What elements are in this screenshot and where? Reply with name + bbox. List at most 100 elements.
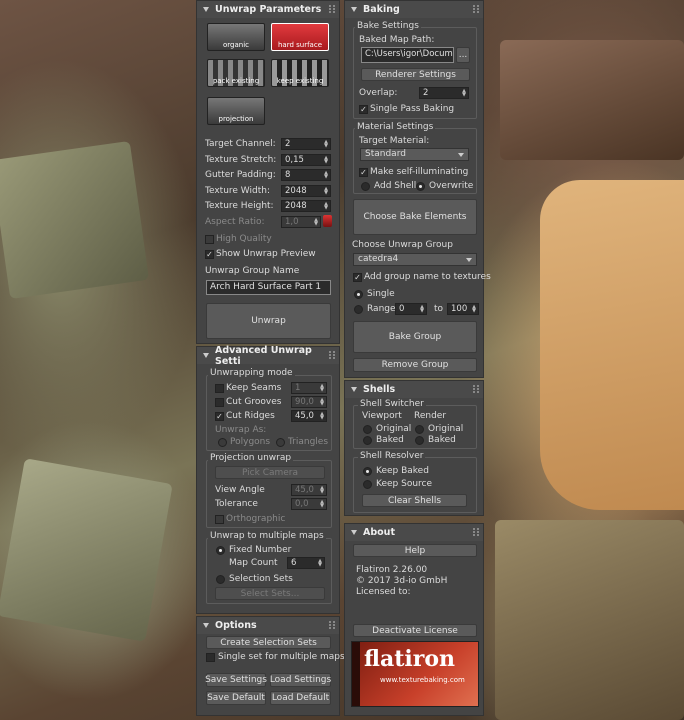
texture-width-spinner[interactable]: 2048 ▲ ▼	[281, 185, 331, 197]
keep-source-radio[interactable]	[363, 480, 372, 489]
target-material-dropdown[interactable]: Standard	[360, 148, 469, 161]
drag-grip-icon[interactable]	[329, 351, 335, 359]
self-illum-checkbox[interactable]: ✓	[359, 168, 368, 177]
selection-sets-radio[interactable]	[216, 575, 225, 584]
texture-height-label: Texture Height:	[205, 201, 274, 211]
viewport-baked-radio[interactable]	[363, 436, 372, 445]
keep-existing-button[interactable]: keep existing	[271, 59, 329, 87]
aspect-lock-icon[interactable]	[323, 215, 332, 227]
load-settings-button[interactable]: Load Settings	[270, 673, 331, 687]
spinner-arrows-icon[interactable]: ▲ ▼	[319, 486, 325, 495]
deactivate-license-button[interactable]: Deactivate License	[353, 624, 477, 637]
drag-grip-icon[interactable]	[473, 5, 479, 13]
texture-stretch-spinner[interactable]: 0,15 ▲ ▼	[281, 154, 331, 166]
render-original-radio[interactable]	[415, 425, 424, 434]
cut-ridges-spinner[interactable]: 45,0 ▲ ▼	[291, 410, 327, 422]
choose-bake-elements-button[interactable]: Choose Bake Elements	[353, 199, 477, 235]
cut-grooves-label: Cut Grooves	[226, 397, 282, 407]
spinner-arrows-icon[interactable]: ▲ ▼	[323, 202, 329, 211]
add-group-name-checkbox[interactable]: ✓	[353, 273, 362, 282]
cut-grooves-spinner[interactable]: 90,0 ▲ ▼	[291, 396, 327, 408]
spinner-arrows-icon[interactable]: ▲ ▼	[319, 398, 325, 407]
spinner-arrows-icon[interactable]: ▲ ▼	[323, 140, 329, 149]
pack-existing-button[interactable]: pack existing	[207, 59, 265, 87]
keep-seams-checkbox[interactable]	[215, 384, 224, 393]
select-sets-button[interactable]: Select Sets...	[215, 587, 325, 600]
keep-baked-radio[interactable]	[363, 467, 372, 476]
add-shell-radio[interactable]	[361, 182, 370, 191]
spinner-arrows-icon[interactable]: ▲ ▼	[317, 559, 323, 568]
spinner-arrows-icon[interactable]: ▲ ▼	[319, 412, 325, 421]
save-default-button[interactable]: Save Default	[206, 691, 266, 705]
target-channel-spinner[interactable]: 2 ▲ ▼	[281, 138, 331, 150]
unwrap-parameters-header[interactable]: Unwrap Parameters	[197, 1, 339, 18]
spinner-arrows-icon[interactable]: ▲ ▼	[313, 218, 319, 227]
unwrap-button[interactable]: Unwrap	[206, 303, 331, 339]
help-button[interactable]: Help	[353, 544, 477, 557]
spinner-arrows-icon[interactable]: ▲ ▼	[319, 500, 325, 509]
selection-sets-label: Selection Sets	[229, 574, 293, 584]
high-quality-checkbox[interactable]	[205, 235, 214, 244]
unwrap-group-dropdown[interactable]: catedra4	[353, 253, 477, 266]
single-pass-checkbox[interactable]: ✓	[359, 105, 368, 114]
aspect-ratio-label: Aspect Ratio:	[205, 217, 265, 227]
single-radio[interactable]	[354, 290, 363, 299]
renderer-settings-button[interactable]: Renderer Settings	[361, 68, 470, 81]
triangles-radio[interactable]	[276, 438, 285, 447]
spinner-arrows-icon[interactable]: ▲ ▼	[419, 305, 425, 314]
overwrite-radio[interactable]	[416, 182, 425, 191]
remove-group-button[interactable]: Remove Group	[353, 358, 477, 372]
cut-ridges-label: Cut Ridges	[226, 411, 275, 421]
range-to-spinner[interactable]: 100 ▲ ▼	[447, 303, 479, 315]
organic-preset-button[interactable]: organic	[207, 23, 265, 51]
drag-grip-icon[interactable]	[473, 528, 479, 536]
spinner-arrows-icon[interactable]: ▲ ▼	[461, 89, 467, 98]
view-angle-spinner[interactable]: 45,0 ▲ ▼	[291, 484, 327, 496]
aspect-ratio-spinner[interactable]: 1,0 ▲ ▼	[281, 216, 321, 228]
clear-shells-button[interactable]: Clear Shells	[362, 494, 467, 507]
bake-group-button[interactable]: Bake Group	[353, 321, 477, 353]
orthographic-checkbox[interactable]	[215, 515, 224, 524]
cut-grooves-checkbox[interactable]	[215, 398, 224, 407]
show-preview-label: Show Unwrap Preview	[216, 249, 316, 259]
overlap-spinner[interactable]: 2 ▲ ▼	[419, 87, 469, 99]
group-name-input[interactable]: Arch Hard Surface Part 1	[206, 280, 331, 295]
map-path-input[interactable]: C:\Users\igor\Documen	[361, 47, 454, 63]
single-set-checkbox[interactable]	[206, 653, 215, 662]
spinner-arrows-icon[interactable]: ▲ ▼	[319, 384, 325, 393]
show-preview-checkbox[interactable]: ✓	[205, 250, 214, 259]
spinner-arrows-icon[interactable]: ▲ ▼	[471, 305, 477, 314]
browse-path-button[interactable]: ...	[456, 47, 470, 63]
spinner-arrows-icon[interactable]: ▲ ▼	[323, 156, 329, 165]
options-header[interactable]: Options	[197, 617, 339, 634]
spinner-arrows-icon[interactable]: ▲ ▼	[323, 187, 329, 196]
save-settings-button[interactable]: Save Settings	[205, 673, 267, 687]
spinner-arrows-icon[interactable]: ▲ ▼	[323, 171, 329, 180]
viewport-original-radio[interactable]	[363, 425, 372, 434]
fixed-number-radio[interactable]	[216, 546, 225, 555]
shells-header[interactable]: Shells	[345, 381, 483, 398]
drag-grip-icon[interactable]	[329, 5, 335, 13]
advanced-unwrap-header[interactable]: Advanced Unwrap Setti	[197, 345, 339, 367]
load-default-button[interactable]: Load Default	[270, 691, 331, 705]
pick-camera-button[interactable]: Pick Camera	[215, 466, 325, 479]
collapse-arrow-icon	[203, 7, 209, 12]
keep-seams-spinner[interactable]: 1 ▲ ▼	[291, 382, 327, 394]
map-count-label: Map Count	[229, 558, 278, 568]
tolerance-spinner[interactable]: 0,0 ▲ ▼	[291, 498, 327, 510]
gutter-padding-spinner[interactable]: 8 ▲ ▼	[281, 169, 331, 181]
drag-grip-icon[interactable]	[329, 621, 335, 629]
about-header[interactable]: About	[345, 524, 483, 541]
render-baked-radio[interactable]	[415, 436, 424, 445]
texture-height-spinner[interactable]: 2048 ▲ ▼	[281, 200, 331, 212]
baking-header[interactable]: Baking	[345, 1, 483, 18]
range-from-spinner[interactable]: 0 ▲ ▼	[395, 303, 427, 315]
polygons-radio[interactable]	[218, 438, 227, 447]
create-selection-sets-button[interactable]: Create Selection Sets	[206, 636, 331, 649]
hard-surface-preset-button[interactable]: hard surface	[271, 23, 329, 51]
map-count-spinner[interactable]: 6 ▲ ▼	[287, 557, 325, 569]
cut-ridges-checkbox[interactable]: ✓	[215, 412, 224, 421]
range-radio[interactable]	[354, 305, 363, 314]
drag-grip-icon[interactable]	[473, 385, 479, 393]
projection-button[interactable]: projection	[207, 97, 265, 125]
